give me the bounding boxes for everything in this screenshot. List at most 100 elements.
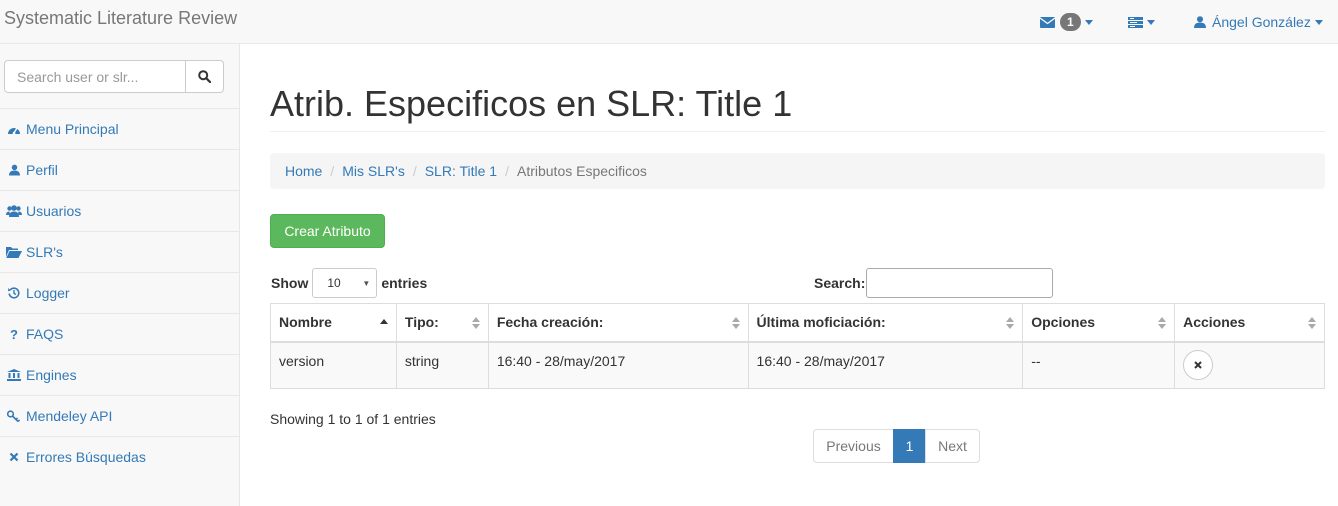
breadcrumb-separator: / — [505, 163, 509, 179]
sidebar-item-label: SLR's — [26, 244, 63, 260]
folder-open-icon — [6, 245, 22, 259]
chevron-down-icon — [1084, 19, 1093, 25]
column-header-tipo[interactable]: Tipo: — [395, 303, 489, 343]
pagination-previous[interactable]: Previous — [813, 429, 894, 463]
sort-icon — [1158, 317, 1167, 329]
sidebar-item-mendeley-api[interactable]: Mendeley API — [0, 395, 239, 436]
table-header-row: Nombre Tipo: Fecha creación: Última mofi… — [270, 303, 1325, 343]
breadcrumb-current: Atributos Especificos — [516, 163, 647, 179]
search-input[interactable] — [4, 60, 186, 93]
sidebar-item-label: FAQS — [26, 326, 64, 342]
sidebar-item-engines[interactable]: Engines — [0, 354, 239, 395]
table-search-control: Search: — [814, 268, 1054, 298]
app-brand[interactable]: Systematic Literature Review — [4, 8, 237, 29]
column-label: Fecha creación: — [496, 314, 604, 331]
column-label: Tipo: — [404, 314, 439, 331]
key-icon — [6, 409, 22, 423]
sidebar-item-label: Logger — [26, 285, 70, 301]
sidebar-item-slrs[interactable]: SLR's — [0, 231, 239, 272]
column-header-acciones[interactable]: Acciones — [1174, 303, 1325, 343]
delete-button[interactable] — [1183, 349, 1214, 380]
sidebar-item-label: Errores Búsquedas — [26, 449, 146, 465]
times-icon — [1194, 360, 1202, 369]
table-row: version string 16:40 - 28/may/2017 16:40… — [270, 341, 1325, 389]
cell-nombre: version — [270, 341, 397, 389]
cell-fecha-creacion: 16:40 - 28/may/2017 — [487, 341, 749, 389]
entries-length-control: Show 10 ▼ entries — [271, 268, 427, 298]
column-label: Nombre — [279, 314, 332, 331]
history-icon — [6, 286, 22, 300]
sidebar-menu: Menu Principal Perfil Usuarios SLR's Log… — [0, 108, 239, 477]
sort-icon — [1006, 317, 1015, 329]
user-name: Ángel González — [1212, 14, 1311, 30]
sidebar-item-usuarios[interactable]: Usuarios — [0, 190, 239, 231]
column-label: Opciones — [1031, 314, 1096, 331]
search-icon — [198, 70, 211, 83]
sort-icon — [731, 317, 740, 329]
question-icon: ? — [10, 326, 18, 342]
user-dropdown[interactable]: Ángel González — [1194, 0, 1323, 44]
cell-ultima-modificacion: 16:40 - 28/may/2017 — [747, 341, 1024, 389]
sidebar-item-label: Engines — [26, 367, 77, 383]
sidebar-item-faqs[interactable]: ? FAQS — [0, 313, 239, 354]
entries-length-select[interactable]: 10 ▼ — [312, 268, 378, 298]
sort-icon — [1308, 317, 1316, 329]
cell-opciones: -- — [1022, 341, 1176, 389]
pagination-next[interactable]: Next — [925, 429, 980, 463]
chevron-down-icon — [1147, 19, 1155, 25]
chevron-down-icon: ▼ — [362, 278, 371, 288]
length-entries-label: entries — [381, 275, 428, 291]
attributes-table: Nombre Tipo: Fecha creación: Última mofi… — [270, 303, 1325, 389]
envelope-icon — [1040, 16, 1055, 28]
breadcrumb: Home / Mis SLR's / SLR: Title 1 / Atribu… — [270, 153, 1325, 189]
sidebar-item-label: Menu Principal — [26, 121, 119, 137]
cell-acciones — [1174, 341, 1325, 389]
dashboard-icon — [6, 122, 22, 136]
table-info: Showing 1 to 1 of 1 entries — [270, 411, 436, 427]
sidebar: Menu Principal Perfil Usuarios SLR's Log… — [0, 44, 240, 506]
sidebar-search — [4, 60, 224, 93]
breadcrumb-slr[interactable]: SLR: Title 1 — [425, 163, 497, 179]
users-icon — [6, 204, 22, 218]
tasks-dropdown[interactable] — [1128, 0, 1155, 44]
table-search-input[interactable] — [866, 268, 1054, 298]
create-attribute-button[interactable]: Crear Atributo — [270, 214, 385, 248]
user-icon — [6, 163, 22, 177]
sort-asc-icon — [379, 319, 388, 324]
title-divider — [270, 131, 1325, 132]
sidebar-item-errores-busquedas[interactable]: Errores Búsquedas — [0, 436, 239, 477]
times-icon — [6, 450, 22, 464]
messages-badge: 1 — [1060, 13, 1081, 31]
sidebar-item-label: Usuarios — [26, 203, 82, 219]
sidebar-item-menu-principal[interactable]: Menu Principal — [0, 108, 239, 149]
length-value: 10 — [327, 276, 341, 290]
user-icon — [1194, 16, 1206, 28]
breadcrumb-separator: / — [330, 163, 335, 179]
top-navbar: Systematic Literature Review 1 Ángel Gon… — [0, 0, 1338, 44]
cell-tipo: string — [395, 341, 489, 389]
bank-icon — [6, 368, 22, 382]
breadcrumb-separator: / — [412, 163, 417, 179]
breadcrumb-mis-slrs[interactable]: Mis SLR's — [342, 163, 405, 179]
column-header-nombre[interactable]: Nombre — [270, 303, 397, 343]
length-show-label: Show — [271, 275, 309, 291]
sidebar-item-label: Perfil — [26, 162, 58, 178]
pagination: Previous 1 Next — [813, 429, 980, 463]
sort-icon — [471, 317, 480, 329]
page-title: Atrib. Especificos en SLR: Title 1 — [270, 83, 793, 124]
column-header-fecha-creacion[interactable]: Fecha creación: — [487, 303, 749, 343]
sidebar-item-label: Mendeley API — [26, 408, 113, 424]
tasks-icon — [1128, 16, 1143, 28]
breadcrumb-home[interactable]: Home — [285, 163, 322, 179]
sidebar-item-logger[interactable]: Logger — [0, 272, 239, 313]
search-button[interactable] — [186, 60, 224, 93]
column-header-ultima-modificacion[interactable]: Última moficiación: — [747, 303, 1024, 343]
pagination-page-1[interactable]: 1 — [893, 429, 926, 463]
column-label: Última moficiación: — [756, 314, 886, 331]
sidebar-item-perfil[interactable]: Perfil — [0, 149, 239, 190]
table-search-label: Search: — [814, 275, 866, 291]
column-label: Acciones — [1183, 314, 1246, 331]
messages-dropdown[interactable]: 1 — [1040, 0, 1093, 44]
column-header-opciones[interactable]: Opciones — [1022, 303, 1176, 343]
chevron-down-icon — [1314, 19, 1323, 25]
